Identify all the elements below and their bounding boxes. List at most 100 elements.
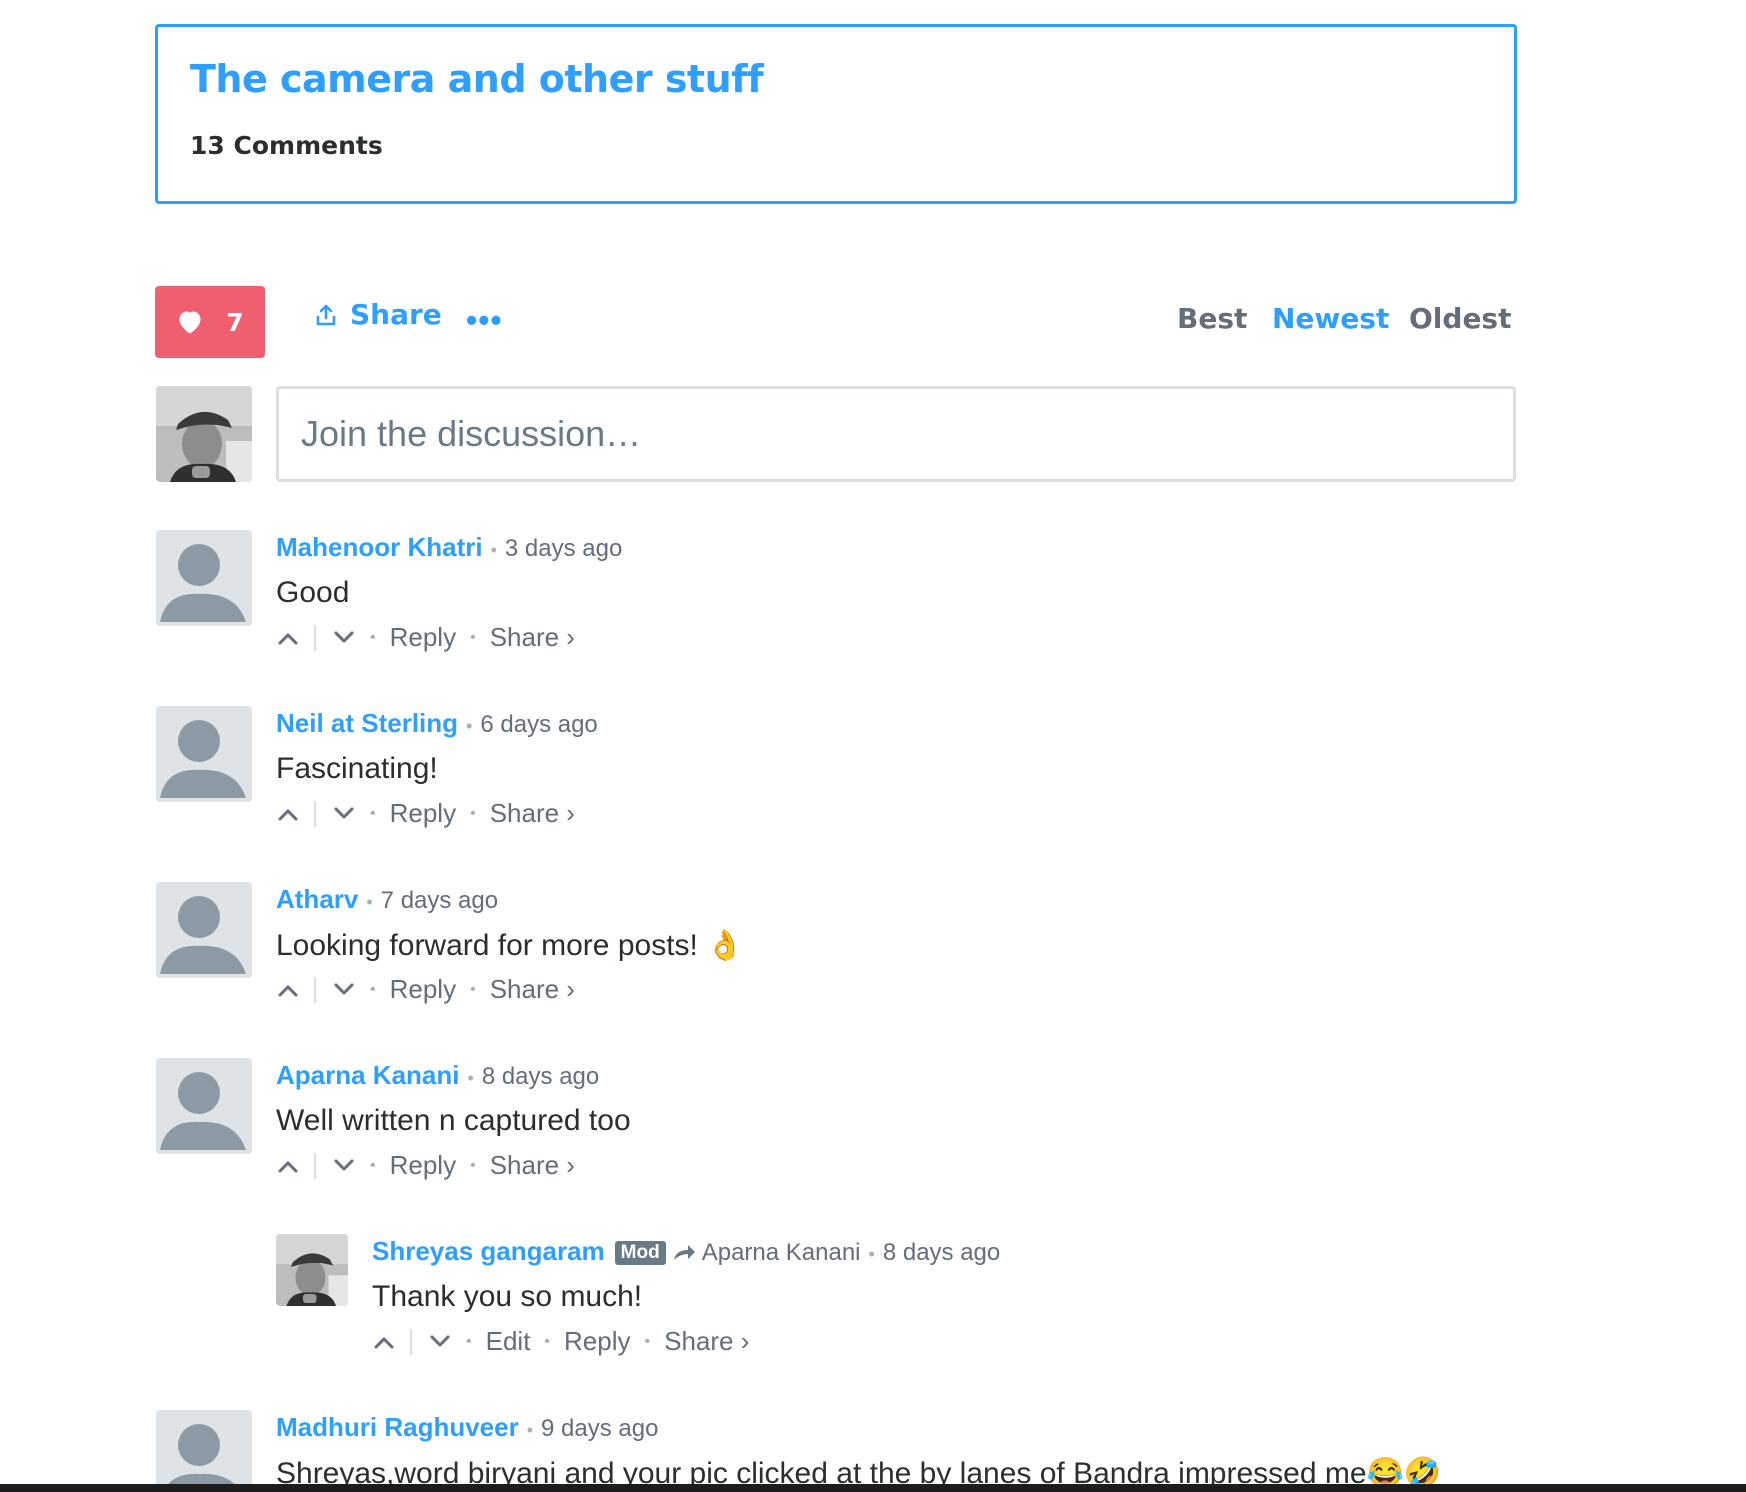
upvote-icon[interactable]	[276, 802, 300, 826]
heart-icon	[179, 311, 201, 334]
current-user-avatar[interactable]	[156, 386, 252, 482]
downvote-icon[interactable]	[332, 978, 356, 1002]
vote-divider	[314, 800, 316, 827]
post-header: The camera and other stuff 13 Comments	[155, 24, 1517, 204]
comment-body: Well written n captured too	[276, 1104, 631, 1137]
reply-link[interactable]: Reply	[390, 798, 456, 829]
reply-avatar[interactable]	[276, 1234, 348, 1306]
like-count: 7	[226, 307, 244, 337]
vote-divider	[314, 976, 316, 1003]
comment-meta: Neil at Sterling • 6 days ago	[276, 708, 598, 739]
sort-tab-best[interactable]: Best	[1177, 302, 1247, 335]
downvote-icon[interactable]	[332, 1154, 356, 1178]
join-discussion-input[interactable]	[276, 386, 1516, 482]
downvote-icon[interactable]	[332, 626, 356, 650]
sort-tab-oldest[interactable]: Oldest	[1409, 302, 1511, 335]
comment-avatar[interactable]	[156, 706, 252, 802]
comment-meta: Aparna Kanani • 8 days ago	[276, 1060, 599, 1091]
action-separator: •	[470, 980, 476, 998]
recommend-button[interactable]: 7	[155, 286, 265, 358]
user-photo-icon	[156, 386, 252, 482]
meta-separator: •	[490, 540, 497, 560]
comment-timestamp[interactable]: 7 days ago	[381, 887, 498, 915]
action-separator: •	[470, 628, 476, 646]
share-link[interactable]: Share ›	[490, 974, 575, 1005]
more-options-button[interactable]: •••	[466, 304, 503, 336]
action-separator: •	[370, 804, 376, 822]
comment-actions: • Reply • Share ›	[276, 1150, 575, 1181]
reply-arrow-icon	[673, 1245, 695, 1260]
reply-link[interactable]: Reply	[390, 974, 456, 1005]
default-user-icon	[163, 1424, 242, 1492]
comment-meta: Atharv • 7 days ago	[276, 884, 498, 915]
comment-author[interactable]: Neil at Sterling	[276, 708, 458, 739]
share-link[interactable]: Share ›	[490, 798, 575, 829]
reply-link[interactable]: Reply	[390, 622, 456, 653]
upvote-icon[interactable]	[372, 1330, 396, 1354]
meta-separator: •	[466, 716, 473, 736]
comment-author[interactable]: Atharv	[276, 884, 358, 915]
share-thread-label: Share	[350, 298, 442, 331]
comments-page: The camera and other stuff 13 Comments 7…	[0, 0, 1746, 1492]
comment-body: Fascinating!	[276, 752, 438, 785]
meta-separator: •	[366, 892, 373, 912]
upvote-icon[interactable]	[276, 626, 300, 650]
comment-timestamp[interactable]: 3 days ago	[505, 535, 622, 563]
downvote-icon[interactable]	[332, 802, 356, 826]
action-separator: •	[470, 804, 476, 822]
vote-divider	[410, 1328, 412, 1355]
comment-actions: • Edit • Reply • Share ›	[372, 1326, 749, 1357]
comment-meta: Mahenoor Khatri • 3 days ago	[276, 532, 622, 563]
comment-meta: Madhuri Raghuveer • 9 days ago	[276, 1412, 658, 1443]
sort-tab-newest[interactable]: Newest	[1272, 302, 1389, 335]
default-user-icon	[160, 544, 246, 622]
comment-author[interactable]: Madhuri Raghuveer	[276, 1412, 519, 1443]
comment-avatar[interactable]	[156, 530, 252, 626]
reply-meta: Shreyas gangaram Mod Aparna Kanani • 8 d…	[372, 1236, 1000, 1267]
meta-separator: •	[868, 1244, 875, 1264]
default-user-icon	[160, 720, 246, 798]
comment-body: Looking forward for more posts! 👌	[276, 929, 744, 962]
upvote-icon[interactable]	[276, 1154, 300, 1178]
share-icon	[316, 304, 336, 325]
action-separator: •	[466, 1332, 472, 1350]
comment-actions: • Reply • Share ›	[276, 798, 575, 829]
comment-timestamp[interactable]: 8 days ago	[482, 1063, 599, 1091]
comment-body: Good	[276, 576, 350, 609]
meta-separator: •	[467, 1068, 474, 1088]
comment-timestamp[interactable]: 9 days ago	[541, 1415, 658, 1443]
edit-link[interactable]: Edit	[486, 1326, 531, 1357]
comment-author[interactable]: Shreyas gangaram	[372, 1236, 605, 1267]
comment-avatar[interactable]	[156, 1410, 252, 1492]
action-separator: •	[370, 628, 376, 646]
bottom-edge	[0, 1484, 1746, 1492]
reply-link[interactable]: Reply	[390, 1150, 456, 1181]
comment-actions: • Reply • Share ›	[276, 622, 575, 653]
comment-avatar[interactable]	[156, 882, 252, 978]
downvote-icon[interactable]	[428, 1330, 452, 1354]
share-link[interactable]: Share ›	[490, 1150, 575, 1181]
comment-author[interactable]: Mahenoor Khatri	[276, 532, 483, 563]
default-user-icon	[160, 896, 246, 974]
reply-link[interactable]: Reply	[564, 1326, 630, 1357]
comment-count: 13 Comments	[190, 131, 383, 160]
reply-to-user[interactable]: Aparna Kanani	[702, 1239, 861, 1267]
share-link[interactable]: Share ›	[490, 622, 575, 653]
default-user-icon	[160, 1072, 246, 1150]
action-separator: •	[370, 980, 376, 998]
comment-timestamp[interactable]: 8 days ago	[883, 1239, 1000, 1267]
action-separator: •	[544, 1332, 551, 1350]
upvote-icon[interactable]	[276, 978, 300, 1002]
share-link[interactable]: Share ›	[664, 1326, 749, 1357]
comment-timestamp[interactable]: 6 days ago	[480, 711, 597, 739]
comment-author[interactable]: Aparna Kanani	[276, 1060, 460, 1091]
action-separator: •	[470, 1156, 476, 1174]
comment-avatar[interactable]	[156, 1058, 252, 1154]
share-thread-button[interactable]: Share	[314, 298, 442, 331]
mod-badge: Mod	[614, 1241, 666, 1265]
action-separator: •	[370, 1156, 376, 1174]
user-photo-icon	[276, 1234, 348, 1306]
post-title[interactable]: The camera and other stuff	[190, 57, 764, 101]
meta-separator: •	[526, 1420, 534, 1440]
vote-divider	[314, 1152, 316, 1179]
